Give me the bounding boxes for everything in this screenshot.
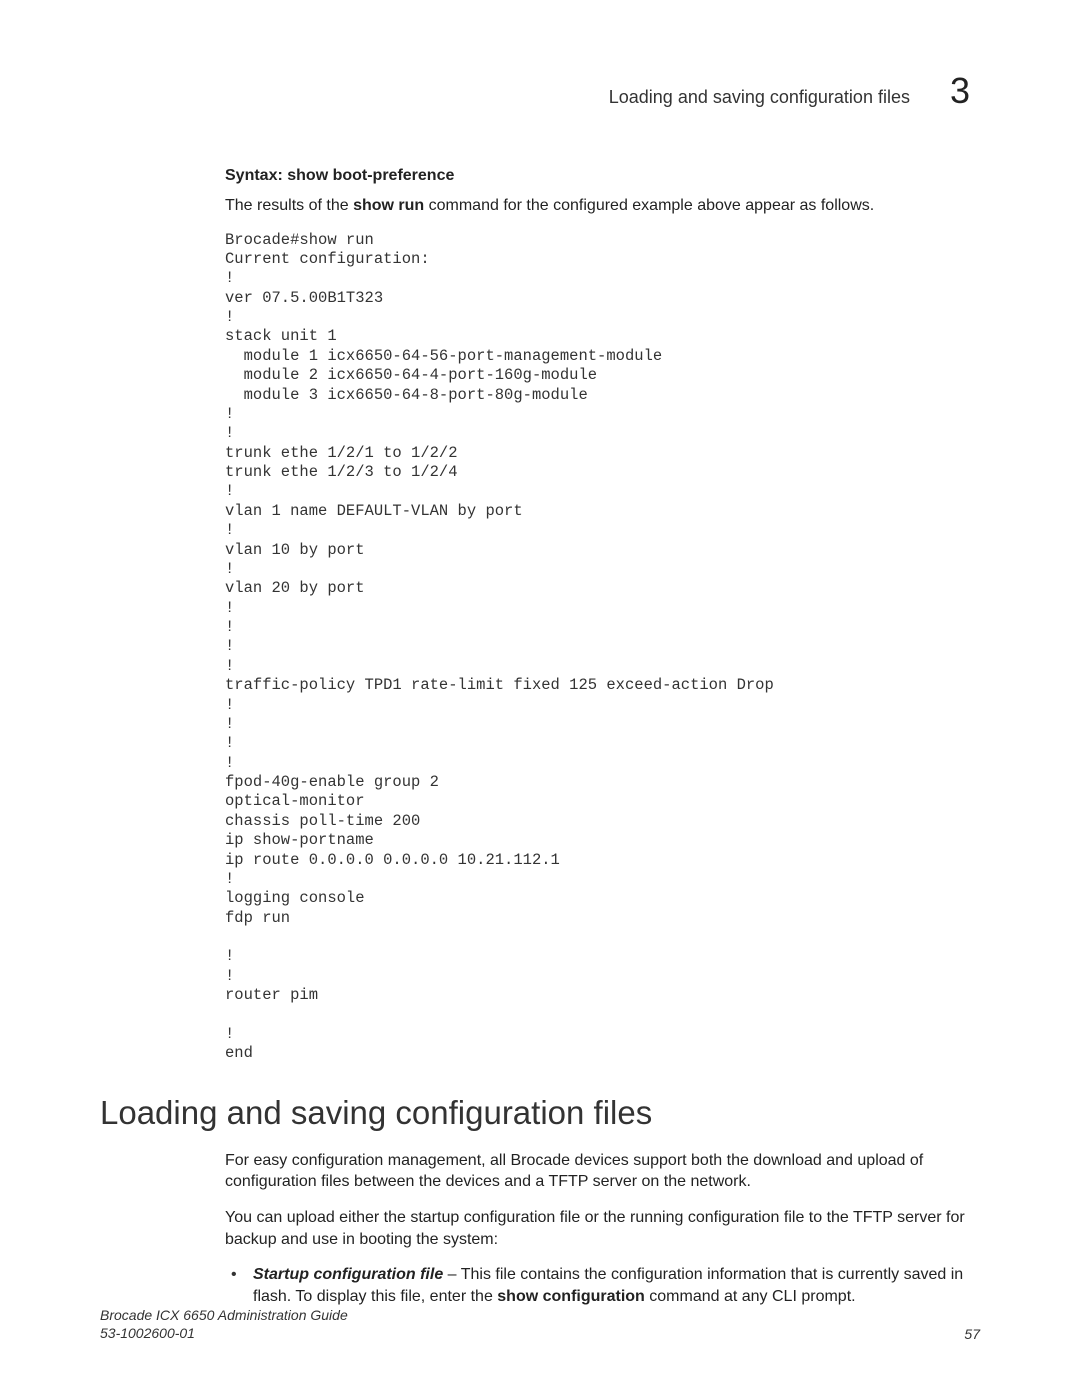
page-footer: Brocade ICX 6650 Administration Guide 53…: [100, 1306, 980, 1342]
footer-left: Brocade ICX 6650 Administration Guide 53…: [100, 1306, 348, 1342]
footer-doc-number: 53-1002600-01: [100, 1324, 348, 1342]
footer-guide-title: Brocade ICX 6650 Administration Guide: [100, 1306, 348, 1324]
running-header: Loading and saving configuration files 3: [100, 70, 980, 112]
bullet-tail-text: command at any CLI prompt.: [645, 1288, 856, 1305]
running-header-chapter-number: 3: [950, 70, 970, 112]
section-heading: Loading and saving configuration files: [100, 1094, 980, 1132]
bullet-list: Startup configuration file – This file c…: [225, 1264, 980, 1307]
page: Loading and saving configuration files 3…: [0, 0, 1080, 1397]
intro-before: The results of the: [225, 197, 353, 214]
intro-paragraph: The results of the show run command for …: [225, 195, 980, 217]
syntax-line: Syntax: show boot-preference: [225, 167, 980, 185]
section-paragraph-1: For easy configuration management, all B…: [225, 1150, 980, 1193]
body-content: Syntax: show boot-preference The results…: [225, 167, 980, 1307]
bullet-item-startup-config: Startup configuration file – This file c…: [253, 1264, 980, 1307]
running-header-title: Loading and saving configuration files: [609, 87, 910, 108]
bullet-lead-term: Startup configuration file: [253, 1266, 443, 1283]
intro-bold-command: show run: [353, 197, 424, 214]
footer-page-number: 57: [964, 1326, 980, 1342]
bullet-bold-command: show configuration: [497, 1288, 645, 1305]
intro-after: command for the configured example above…: [424, 197, 874, 214]
show-run-output: Brocade#show run Current configuration: …: [225, 231, 980, 1064]
section-paragraph-2: You can upload either the startup config…: [225, 1207, 980, 1250]
